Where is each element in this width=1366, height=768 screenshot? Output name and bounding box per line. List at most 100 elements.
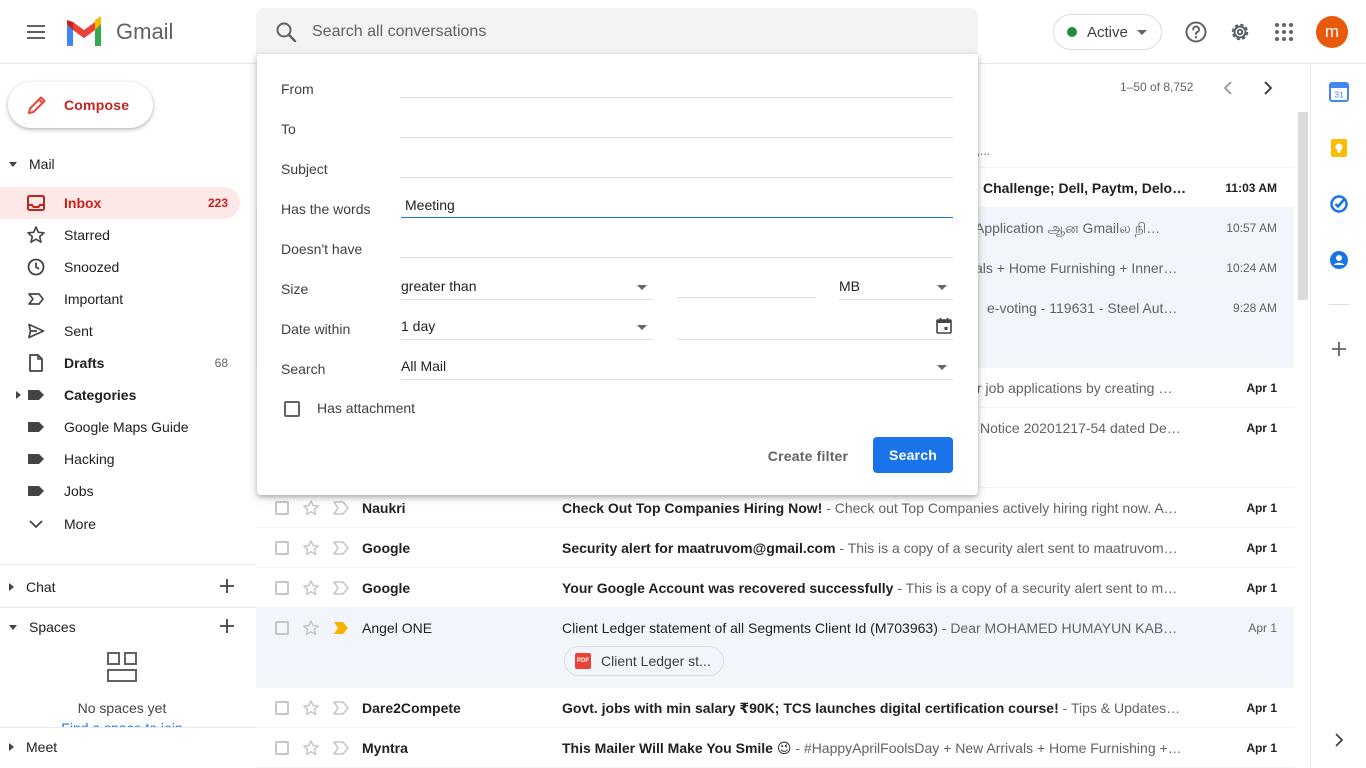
- important-marker-icon[interactable]: [333, 701, 349, 715]
- keep-notes-icon[interactable]: [1329, 138, 1349, 158]
- row-snippet: - #HappyAprilFoolsDay + New Arrivals + H…: [791, 740, 1182, 756]
- star-icon[interactable]: [302, 699, 320, 717]
- sidebar-item-inbox[interactable]: Inbox 223: [0, 187, 240, 219]
- spaces-section-header[interactable]: Spaces: [0, 615, 256, 639]
- star-icon[interactable]: [302, 579, 320, 597]
- calendar-icon[interactable]: [935, 317, 953, 335]
- important-marker-icon[interactable]: [333, 581, 349, 595]
- compose-label: Compose: [64, 97, 130, 113]
- has-attachment-label: Has attachment: [317, 400, 416, 416]
- search-scope-select[interactable]: All Mail: [401, 354, 953, 380]
- row-checkbox[interactable]: [275, 581, 289, 595]
- has-attachment-checkbox[interactable]: [284, 401, 300, 417]
- row-checkbox[interactable]: [275, 541, 289, 555]
- sidebar-item-snoozed[interactable]: Snoozed: [0, 251, 240, 283]
- chevron-right-icon[interactable]: [1329, 730, 1349, 750]
- important-marker-icon[interactable]: [333, 741, 349, 755]
- sidebar: Compose Mail Inbox 223 Starred Snoozed I…: [0, 64, 256, 768]
- apps-grid-icon[interactable]: [1272, 20, 1296, 44]
- create-filter-button[interactable]: Create filter: [755, 438, 861, 474]
- sidebar-item-important[interactable]: Important: [0, 283, 240, 315]
- star-icon[interactable]: [302, 539, 320, 557]
- to-label: To: [281, 121, 296, 137]
- table-row[interactable]: Myntra This Mailer Will Make You Smile 😉…: [256, 728, 1294, 768]
- sidebar-item-hacking[interactable]: Hacking: [0, 443, 240, 475]
- sidebar-item-more[interactable]: More: [0, 508, 240, 540]
- account-avatar[interactable]: m: [1316, 16, 1348, 48]
- important-marker-icon[interactable]: [333, 621, 349, 635]
- gmail-logo-icon[interactable]: [64, 16, 104, 48]
- caret-right-icon: [9, 583, 14, 591]
- important-marker-icon[interactable]: [333, 541, 349, 555]
- sidebar-item-google-maps-guide[interactable]: Google Maps Guide: [0, 411, 240, 443]
- settings-gear-icon[interactable]: [1228, 20, 1252, 44]
- new-chat-plus-icon[interactable]: [218, 577, 236, 595]
- table-row[interactable]: Angel ONE Client Ledger statement of all…: [256, 608, 1294, 688]
- calendar-app-icon[interactable]: 31: [1329, 82, 1349, 102]
- contacts-icon[interactable]: [1329, 250, 1349, 270]
- star-icon[interactable]: [302, 499, 320, 517]
- status-selector[interactable]: Active: [1053, 14, 1162, 50]
- sidebar-item-sent[interactable]: Sent: [0, 315, 240, 347]
- tasks-icon[interactable]: [1329, 194, 1349, 214]
- mail-section-header[interactable]: Mail: [0, 152, 256, 176]
- main-menu-icon[interactable]: [24, 20, 48, 44]
- star-icon[interactable]: [302, 619, 320, 637]
- row-content: This Mailer Will Make You Smile 😉 - #Hap…: [562, 740, 1182, 757]
- row-date: Apr 1: [1246, 741, 1277, 755]
- add-addon-plus-icon[interactable]: [1329, 339, 1349, 359]
- size-unit-select[interactable]: MB: [839, 274, 953, 300]
- row-snippet: e-voting - 119631 - Steel Aut…: [987, 300, 1178, 316]
- table-row[interactable]: Google Security alert for maatruvom@gmai…: [256, 528, 1294, 568]
- date-field[interactable]: [677, 314, 953, 340]
- important-marker-icon[interactable]: [333, 501, 349, 515]
- table-row[interactable]: Google Your Google Account was recovered…: [256, 568, 1294, 608]
- sidebar-item-jobs[interactable]: Jobs: [0, 475, 240, 507]
- row-checkbox[interactable]: [275, 741, 289, 755]
- caret-down-icon: [637, 285, 647, 290]
- sidebar-item-label: Important: [64, 291, 124, 307]
- sidebar-item-categories[interactable]: Categories: [0, 379, 240, 411]
- attachment-chip[interactable]: PDF Client Ledger st...: [564, 646, 724, 676]
- caret-down-icon: [637, 325, 647, 330]
- sidebar-item-label: Google Maps Guide: [64, 419, 189, 435]
- caret-right-icon[interactable]: [16, 391, 21, 399]
- drafts-count: 68: [214, 356, 228, 370]
- table-row[interactable]: Dare2Compete Govt. jobs with min salary …: [256, 688, 1294, 728]
- star-icon[interactable]: [302, 739, 320, 757]
- date-within-select[interactable]: 1 day: [401, 314, 653, 340]
- newer-page-icon[interactable]: [1216, 76, 1240, 100]
- row-date: Apr 1: [1246, 501, 1277, 515]
- doesnt-have-field[interactable]: [401, 232, 953, 258]
- size-value-field[interactable]: [677, 272, 815, 298]
- row-checkbox[interactable]: [275, 501, 289, 515]
- older-page-icon[interactable]: [1256, 76, 1280, 100]
- has-words-field[interactable]: [401, 192, 953, 218]
- sidebar-item-starred[interactable]: Starred: [0, 219, 240, 251]
- row-snippet: Application ஆன Gmailல நி…: [975, 220, 1161, 236]
- to-field[interactable]: [401, 112, 953, 138]
- chevron-down-icon: [29, 520, 43, 529]
- status-dot: [1067, 27, 1077, 37]
- row-subject: Check Out Top Companies Hiring Now!: [562, 500, 823, 516]
- search-icon[interactable]: [274, 20, 298, 44]
- row-date: Apr 1: [1246, 581, 1277, 595]
- row-checkbox[interactable]: [275, 701, 289, 715]
- from-label: From: [281, 81, 314, 97]
- row-checkbox[interactable]: [275, 621, 289, 635]
- subject-field[interactable]: [401, 152, 953, 178]
- search-button[interactable]: Search: [873, 437, 953, 473]
- compose-button[interactable]: Compose: [8, 82, 153, 128]
- mail-list-scrollbar[interactable]: [1298, 112, 1308, 300]
- row-snippet: - This is a copy of a security alert sen…: [835, 540, 1178, 556]
- meet-section-header[interactable]: Meet: [0, 735, 256, 759]
- from-field[interactable]: [401, 72, 953, 98]
- sidebar-item-drafts[interactable]: Drafts 68: [0, 347, 240, 379]
- new-space-plus-icon[interactable]: [218, 617, 236, 635]
- spaces-section-label: Spaces: [29, 619, 76, 635]
- help-icon[interactable]: [1184, 20, 1208, 44]
- has-words-label: Has the words: [281, 201, 371, 217]
- size-operator-select[interactable]: greater than: [401, 274, 653, 300]
- chat-section-header[interactable]: Chat: [0, 575, 256, 599]
- search-input[interactable]: [312, 20, 952, 44]
